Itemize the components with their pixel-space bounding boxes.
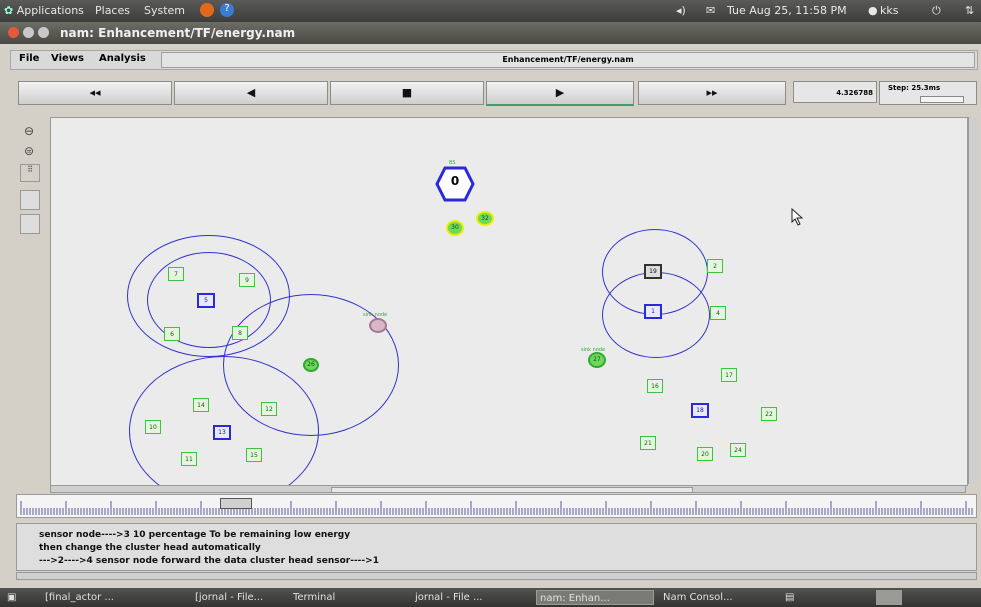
- node-5-cluster-head[interactable]: 5: [197, 293, 215, 308]
- maximize-window-icon[interactable]: [38, 27, 49, 38]
- node-16[interactable]: 16: [647, 379, 663, 393]
- node-15[interactable]: 15: [246, 448, 262, 462]
- volume-icon[interactable]: ◂): [676, 4, 686, 17]
- node-27[interactable]: 27: [588, 352, 606, 368]
- node-4[interactable]: 4: [710, 306, 726, 320]
- node-17[interactable]: 17: [721, 368, 737, 382]
- show-desktop-icon[interactable]: ▣: [4, 590, 28, 605]
- minimize-window-icon[interactable]: [23, 27, 34, 38]
- canvas-horizontal-scrollbar[interactable]: [50, 485, 966, 493]
- taskbar-item[interactable]: [final_actor ...: [42, 590, 182, 605]
- node-1-cluster-head[interactable]: 1: [644, 304, 662, 319]
- node-19-cluster-head[interactable]: 19: [644, 264, 662, 279]
- clock[interactable]: Tue Aug 25, 11:58 PM: [727, 4, 847, 17]
- node-32[interactable]: 32: [476, 211, 494, 226]
- rewind-button[interactable]: ◂◂: [18, 81, 172, 105]
- canvas-vertical-scrollbar[interactable]: [968, 117, 978, 484]
- places-menu[interactable]: Places: [95, 4, 130, 17]
- node-22[interactable]: 22: [761, 407, 777, 421]
- annotation-line: --->2---->4 sensor node forward the data…: [39, 556, 379, 566]
- pink-node-caption: sink node: [363, 312, 388, 318]
- window-titlebar: nam: Enhancement/TF/energy.nam: [0, 22, 981, 44]
- stop-button[interactable]: ■: [330, 81, 484, 105]
- time-display: 4.326788: [793, 81, 877, 103]
- base-station-label: 0: [450, 174, 460, 188]
- node-6[interactable]: 6: [164, 327, 180, 341]
- user-icon: ●: [868, 4, 878, 17]
- network-icon[interactable]: ⇅: [965, 4, 974, 17]
- annotation-scrollbar[interactable]: [16, 572, 977, 580]
- node-10[interactable]: 10: [145, 420, 161, 434]
- mail-icon[interactable]: ✉: [706, 4, 715, 17]
- top-panel: ✿ Applications Places System ? ◂) ✉ Tue …: [0, 0, 981, 22]
- file-path-label: Enhancement/TF/energy.nam: [161, 52, 975, 68]
- annotation-line: then change the cluster head automatical…: [39, 543, 261, 553]
- step-slider[interactable]: [920, 96, 964, 103]
- menu-views[interactable]: Views: [51, 53, 84, 64]
- timeline-slider[interactable]: [16, 494, 977, 518]
- node-2[interactable]: 2: [707, 259, 723, 273]
- window-title: nam: Enhancement/TF/energy.nam: [60, 26, 296, 40]
- annotation-line: sensor node---->3 10 percentage To be re…: [39, 530, 351, 540]
- menubar: File Views Analysis Enhancement/TF/energ…: [10, 50, 978, 70]
- node-9[interactable]: 9: [239, 273, 255, 287]
- node-pink[interactable]: [369, 318, 387, 333]
- taskbar-item[interactable]: Nam Consol...: [660, 590, 772, 605]
- timeline-ticks: [20, 501, 973, 515]
- node-8[interactable]: 8: [232, 326, 248, 340]
- network-canvas[interactable]: 0 BS 30 32 7 9 5 6 8 sink node 26 14 12 …: [50, 117, 968, 486]
- step-label: Step: 25.3ms: [888, 84, 941, 92]
- timeline-thumb[interactable]: [220, 498, 252, 509]
- node-7[interactable]: 7: [168, 267, 184, 281]
- power-icon[interactable]: ⏻: [932, 4, 941, 18]
- horizontal-scroll-thumb[interactable]: [331, 487, 693, 493]
- trash-icon[interactable]: ▤: [782, 590, 804, 605]
- base-station-caption: BS: [449, 160, 456, 166]
- user-name[interactable]: kks: [880, 4, 898, 17]
- zoom-out-icon[interactable]: ⊜: [20, 144, 38, 160]
- annotation-panel: sensor node---->3 10 percentage To be re…: [16, 523, 977, 571]
- zoom-in-icon[interactable]: ⊖: [20, 124, 38, 140]
- bottom-taskbar: ▣ [final_actor ... [jornal - File... Ter…: [0, 588, 981, 607]
- play-button[interactable]: ▶: [486, 81, 634, 106]
- gnome-foot-icon: ✿: [4, 4, 14, 17]
- right-node-caption: sink node: [581, 347, 606, 353]
- menu-analysis[interactable]: Analysis: [99, 53, 146, 64]
- mouse-pointer-icon: [791, 208, 804, 226]
- node-18-cluster-head[interactable]: 18: [691, 403, 709, 418]
- taskbar-item[interactable]: nam: Enhan...: [536, 590, 654, 605]
- tool-button-2[interactable]: [20, 214, 40, 234]
- taskbar-item[interactable]: Terminal: [290, 590, 400, 605]
- node-11[interactable]: 11: [181, 452, 197, 466]
- applications-menu[interactable]: ✿ Applications: [4, 4, 84, 17]
- firefox-launcher-icon[interactable]: [200, 3, 214, 17]
- node-13-cluster-head[interactable]: 13: [213, 425, 231, 440]
- node-21[interactable]: 21: [640, 436, 656, 450]
- step-back-button[interactable]: ◀: [174, 81, 328, 105]
- workspace-switcher[interactable]: [876, 590, 902, 605]
- node-24[interactable]: 24: [730, 443, 746, 457]
- node-12[interactable]: 12: [261, 402, 277, 416]
- taskbar-item[interactable]: jornal - File ...: [412, 590, 530, 605]
- fast-forward-button[interactable]: ▸▸: [638, 81, 786, 105]
- taskbar-item[interactable]: [jornal - File...: [192, 590, 282, 605]
- layout-icon[interactable]: ⠿: [20, 164, 40, 182]
- node-26[interactable]: 26: [303, 358, 319, 372]
- system-menu[interactable]: System: [144, 4, 185, 17]
- step-control[interactable]: Step: 25.3ms: [879, 81, 977, 105]
- close-window-icon[interactable]: [8, 27, 19, 38]
- help-icon[interactable]: ?: [220, 3, 234, 17]
- tool-button-1[interactable]: [20, 190, 40, 210]
- node-30[interactable]: 30: [446, 220, 464, 236]
- node-14[interactable]: 14: [193, 398, 209, 412]
- node-20[interactable]: 20: [697, 447, 713, 461]
- menu-file[interactable]: File: [19, 53, 39, 64]
